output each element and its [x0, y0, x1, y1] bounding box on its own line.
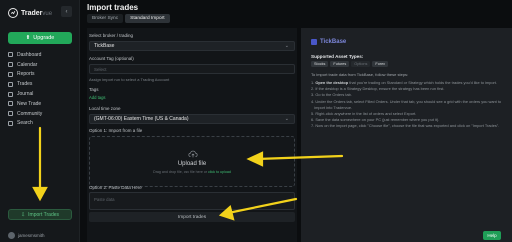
- account-tag-hint: Assign import run to select a Trading Ac…: [89, 77, 170, 82]
- step-text: Save the data somewhere on your PC (just…: [315, 117, 440, 123]
- add-tags-button[interactable]: Add tags: [89, 95, 106, 100]
- step-bold: Open the desktop: [315, 80, 349, 85]
- dashboard-icon: [8, 52, 13, 58]
- sidebar-item-label: New Trade: [17, 100, 42, 107]
- upload-subtext-prefix: Drag and drop file, csv file here or: [153, 170, 209, 174]
- broker-name: TickBase: [320, 39, 347, 45]
- step-text: Under the Orders tab, select Filled Orde…: [315, 98, 502, 104]
- instruction-step: 7. Now on the import page, click "Choose…: [311, 123, 500, 129]
- step-text: Right-click anywhere in the list of orde…: [315, 111, 417, 117]
- search-icon: [8, 120, 13, 126]
- click-to-upload-link[interactable]: click to upload: [208, 170, 231, 174]
- supported-asset-heading: Supported Asset Types:: [311, 54, 364, 59]
- sidebar-item-label: Dashboard: [17, 51, 42, 58]
- sidebar-item-community[interactable]: Community: [8, 109, 72, 119]
- trades-icon: [8, 81, 13, 87]
- broker-select-value: TickBase: [94, 43, 115, 49]
- brand-name: Tradervue: [21, 10, 52, 17]
- sidebar-item-new-trade[interactable]: New Trade: [8, 99, 72, 109]
- step-text: that you're trading on Standard or Strat…: [348, 80, 497, 85]
- asset-type-badge: Stocks: [311, 61, 329, 67]
- chevron-down-icon: ⌄: [284, 43, 289, 49]
- import-tabs: Broker Sync Standard Import: [87, 14, 170, 23]
- sidebar-item-label: Community: [17, 110, 43, 117]
- calendar-icon: [8, 62, 13, 68]
- timezone-select[interactable]: (GMT-06:00) Eastern Time (US & Canada) ⌄: [89, 114, 295, 124]
- asset-type-badge: Options: [351, 61, 371, 67]
- upgrade-label: Upgrade: [33, 35, 55, 41]
- import-trades-sidebar-button[interactable]: ⇩ Import Trades: [8, 209, 72, 220]
- paste-data-placeholder: Paste data: [94, 197, 115, 202]
- sidebar-nav: Dashboard Calendar Reports Trades Journa…: [8, 50, 72, 128]
- instructions-intro: To import trade data from TickBase, foll…: [311, 72, 409, 77]
- upgrade-icon: ⬆: [25, 35, 31, 41]
- plus-icon: [8, 101, 13, 107]
- sidebar-item-dashboard[interactable]: Dashboard: [8, 50, 72, 60]
- broker-instructions-panel: TickBase Supported Asset Types: Stocks F…: [301, 28, 512, 242]
- account-tag-label: Account Tag (optional): [89, 56, 134, 61]
- step-text: If the desktop is a Strategy Desktop, en…: [315, 86, 445, 92]
- reports-icon: [8, 71, 13, 77]
- sidebar-item-label: Calendar: [17, 61, 38, 68]
- file-upload-dropzone[interactable]: Upload file Drag and drop file, csv file…: [89, 136, 295, 187]
- broker-logo: TickBase: [311, 39, 346, 45]
- step-text: Now on the import page, click "Choose fi…: [315, 123, 500, 129]
- chevron-down-icon: ⌄: [284, 116, 289, 122]
- broker-mark-icon: [311, 39, 317, 45]
- journal-icon: [8, 91, 13, 97]
- broker-select[interactable]: TickBase ⌄: [89, 41, 295, 51]
- upload-subtext: Drag and drop file, csv file here or cli…: [90, 170, 294, 174]
- chevron-left-icon: ‹: [65, 8, 68, 15]
- sidebar-item-reports[interactable]: Reports: [8, 70, 72, 80]
- logo-icon: [8, 8, 18, 18]
- option2-label: Option 2: Paste Data Here: [89, 185, 142, 190]
- account-tag-select[interactable]: Select: [89, 64, 295, 74]
- sidebar-item-trades[interactable]: Trades: [8, 79, 72, 89]
- sidebar-item-label: Journal: [17, 91, 34, 98]
- import-form: Select broker / trading TickBase ⌄ Accou…: [87, 28, 297, 242]
- upload-title: Upload file: [177, 161, 207, 167]
- username: jamesmsmith: [18, 233, 45, 238]
- sidebar-item-search[interactable]: Search: [8, 119, 72, 129]
- timezone-label: Local time zone: [89, 106, 121, 111]
- option1-label: Option 1: Import from a file: [89, 128, 143, 133]
- tab-standard-import[interactable]: Standard Import: [125, 14, 170, 23]
- account-tag-placeholder: Select: [94, 66, 107, 72]
- sidebar: Tradervue ‹ ⬆ Upgrade Dashboard Calendar…: [0, 0, 80, 242]
- sidebar-item-label: Trades: [17, 81, 33, 88]
- broker-label: Select broker / trading: [89, 33, 134, 38]
- sidebar-item-journal[interactable]: Journal: [8, 89, 72, 99]
- brand-suffix: vue: [42, 10, 53, 17]
- timezone-select-value: (GMT-06:00) Eastern Time (US & Canada): [94, 116, 189, 122]
- brand-main: Trader: [21, 9, 43, 17]
- asset-type-badge: Forex: [372, 61, 389, 67]
- tags-label: Tags: [89, 87, 99, 92]
- community-icon: [8, 111, 13, 117]
- sidebar-item-label: Reports: [17, 71, 35, 78]
- collapse-sidebar-button[interactable]: ‹: [61, 6, 72, 17]
- app-logo[interactable]: Tradervue: [8, 8, 52, 18]
- asset-type-list: Stocks Futures Options Forex: [311, 61, 389, 67]
- user-profile[interactable]: jamesmsmith: [8, 232, 45, 239]
- instruction-steps: 1. Open the desktop that you're trading …: [311, 80, 507, 130]
- step-text: import into Tradervue.: [314, 104, 353, 110]
- import-icon: ⇩: [20, 211, 26, 218]
- paste-data-textarea[interactable]: Paste data: [89, 192, 295, 210]
- import-trades-label: Import Trades: [28, 211, 60, 218]
- upload-cloud-icon: [188, 150, 198, 158]
- sidebar-item-label: Search: [17, 120, 33, 127]
- import-trades-button[interactable]: Import trades: [89, 212, 295, 222]
- page-title: Import trades: [87, 3, 139, 12]
- tab-broker-sync[interactable]: Broker Sync: [87, 14, 124, 23]
- upgrade-button[interactable]: ⬆ Upgrade: [8, 32, 72, 44]
- avatar: [8, 232, 15, 239]
- step-text: Go to the Orders tab.: [315, 92, 352, 98]
- help-button[interactable]: Help: [483, 231, 501, 240]
- sidebar-item-calendar[interactable]: Calendar: [8, 60, 72, 70]
- asset-type-badge: Futures: [330, 61, 350, 67]
